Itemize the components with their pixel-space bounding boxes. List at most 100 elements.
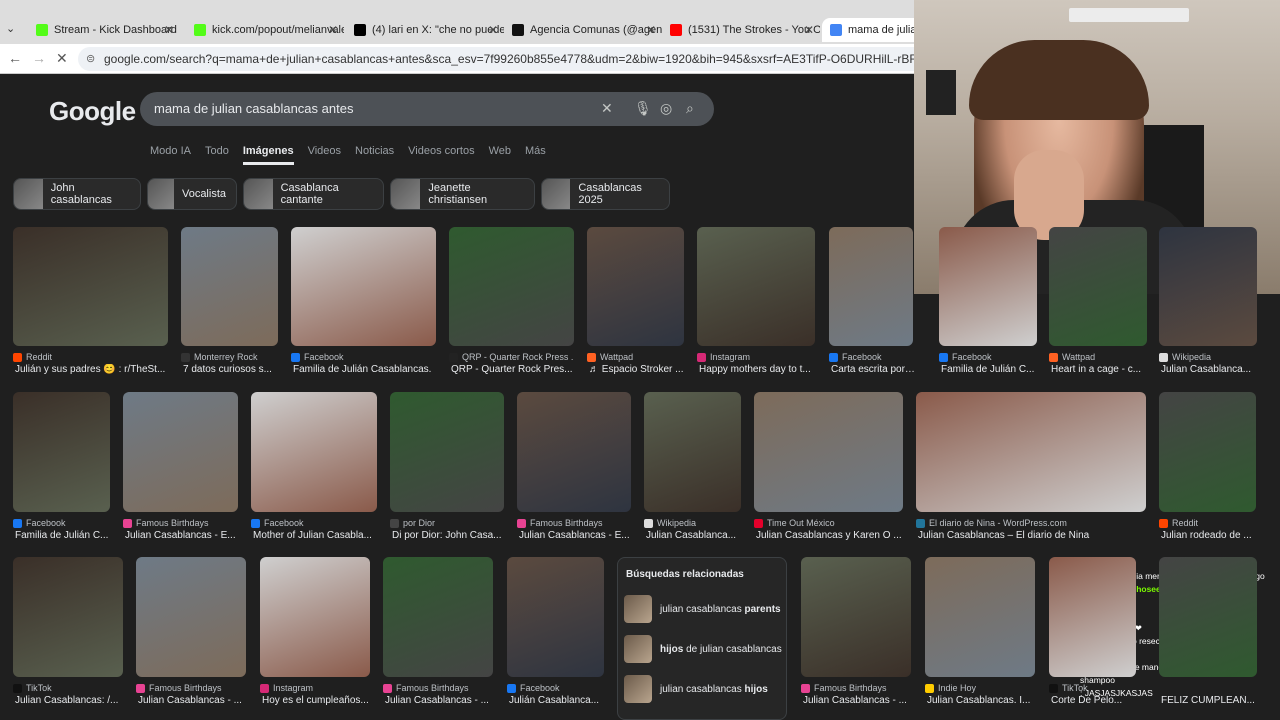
source-favicon-icon: [587, 352, 596, 362]
result-image[interactable]: [291, 227, 436, 346]
suggestion-chip[interactable]: Vocalista: [147, 178, 237, 210]
site-info-icon[interactable]: ⊜: [86, 47, 95, 71]
result-image[interactable]: [251, 392, 377, 512]
result-image[interactable]: [801, 557, 911, 677]
reload-icon[interactable]: ✕: [56, 50, 68, 67]
suggestion-chip[interactable]: Casablancas 2025: [541, 178, 670, 210]
search-icon[interactable]: ⌕: [686, 100, 694, 117]
tab-close-icon[interactable]: ✕: [646, 23, 656, 37]
filter-tab[interactable]: Todo: [205, 145, 229, 165]
result-caption[interactable]: Julian Casablancas. I...: [927, 695, 1037, 706]
tab-close-icon[interactable]: ✕: [164, 23, 174, 37]
browser-tab[interactable]: (4) lari en X: "che no puede no...✕: [346, 18, 504, 42]
result-image[interactable]: [181, 227, 278, 346]
result-caption[interactable]: Familia de Julián C...: [941, 364, 1039, 375]
result-image[interactable]: [1159, 557, 1257, 677]
result-caption[interactable]: Corte De Pelo...: [1051, 695, 1138, 706]
browser-tab[interactable]: Agencia Comunas (@agenc...✕: [504, 18, 662, 42]
search-input[interactable]: mama de julian casablancas antes: [154, 101, 353, 116]
result-image[interactable]: [390, 392, 504, 512]
browser-tab[interactable]: Stream - Kick Dashboard ✕: [28, 18, 180, 42]
result-source-label: Instagram: [273, 683, 314, 693]
search-box[interactable]: mama de julian casablancas antes ✕ 🎙 ◎ ⌕: [140, 92, 714, 126]
tab-close-icon[interactable]: ✕: [804, 23, 814, 37]
filter-tab[interactable]: Más: [525, 145, 546, 165]
result-image[interactable]: [829, 227, 913, 346]
result-source-label: Reddit: [26, 352, 53, 362]
related-search-item[interactable]: julian casablancas hijos: [624, 674, 768, 704]
result-caption[interactable]: Hoy es el cumpleaños...: [262, 695, 372, 706]
result-caption[interactable]: Julian Casablancas: /...: [15, 695, 125, 706]
result-image[interactable]: [13, 392, 110, 512]
result-source-label: Facebook: [304, 352, 344, 362]
tab-list-chevron-icon[interactable]: ⌄: [6, 22, 15, 35]
result-image[interactable]: [1049, 227, 1147, 346]
result-caption[interactable]: Julian Casablancas - E...: [519, 530, 633, 541]
result-caption[interactable]: ♬ Espacio Stroker ...: [589, 364, 686, 375]
result-caption[interactable]: QRP - Quarter Rock Pres...: [451, 364, 576, 375]
browser-tab[interactable]: kick.com/popout/melianvalen/...✕: [186, 18, 344, 42]
result-caption[interactable]: Julián Casablanca...: [509, 695, 606, 706]
back-icon[interactable]: ←: [8, 50, 22, 66]
result-image[interactable]: [136, 557, 246, 677]
google-logo[interactable]: Google: [49, 96, 136, 127]
result-image[interactable]: [925, 557, 1035, 677]
filter-tab[interactable]: Videos cortos: [408, 145, 474, 165]
result-caption[interactable]: Happy mothers day to t...: [699, 364, 817, 375]
result-caption[interactable]: Julian Casablancas - E...: [125, 530, 240, 541]
result-caption[interactable]: Julian Casablanca...: [1161, 364, 1259, 375]
result-image[interactable]: [916, 392, 1146, 512]
suggestion-chip[interactable]: Casablanca cantante: [243, 178, 384, 210]
suggestion-chip[interactable]: John casablancas: [13, 178, 141, 210]
result-caption[interactable]: Mother of Julian Casabla...: [253, 530, 379, 541]
forward-icon[interactable]: →: [32, 50, 46, 66]
result-image[interactable]: [587, 227, 684, 346]
result-image[interactable]: [507, 557, 604, 677]
filter-tab[interactable]: Modo IA: [150, 145, 191, 165]
source-favicon-icon: [136, 683, 145, 693]
result-caption[interactable]: Julian Casablancas - ...: [138, 695, 248, 706]
result-caption[interactable]: Familia de Julián C...: [15, 530, 112, 541]
result-image[interactable]: [449, 227, 574, 346]
result-caption[interactable]: Julian Casablancas – El diario de Nina: [918, 530, 1148, 541]
result-caption[interactable]: Julián y sus padres 😊 : r/TheSt...: [15, 364, 170, 375]
tab-close-icon[interactable]: ✕: [488, 23, 498, 37]
suggestion-chip[interactable]: Jeanette christiansen: [390, 178, 535, 210]
result-caption[interactable]: Di por Dior: John Casa...: [392, 530, 506, 541]
result-caption[interactable]: 7 datos curiosos s...: [183, 364, 280, 375]
result-image[interactable]: [1159, 227, 1257, 346]
browser-tab[interactable]: mama de julian casab...: [822, 18, 922, 42]
filter-tab[interactable]: Videos: [308, 145, 341, 165]
clear-icon[interactable]: ✕: [601, 100, 613, 117]
result-image[interactable]: [260, 557, 370, 677]
result-caption[interactable]: Julian Casablanca...: [646, 530, 743, 541]
result-image[interactable]: [1159, 392, 1256, 512]
related-search-item[interactable]: julian casablancas parents: [624, 594, 781, 624]
browser-tab[interactable]: (1531) The Strokes - You Only L...✕: [662, 18, 820, 42]
microphone-icon[interactable]: 🎙: [634, 100, 652, 117]
result-image[interactable]: [123, 392, 238, 512]
result-image[interactable]: [517, 392, 631, 512]
related-search-item[interactable]: hijos de julian casablancas: [624, 634, 782, 664]
filter-tab[interactable]: Noticias: [355, 145, 394, 165]
result-image[interactable]: [383, 557, 493, 677]
result-image[interactable]: [13, 227, 168, 346]
filter-tab[interactable]: Imágenes: [242, 145, 294, 165]
lens-icon[interactable]: ◎: [660, 100, 672, 117]
result-caption[interactable]: Julian rodeado de ...: [1161, 530, 1258, 541]
result-image[interactable]: [644, 392, 741, 512]
result-image[interactable]: [13, 557, 123, 677]
result-caption[interactable]: Carta escrita por la...: [831, 364, 915, 375]
result-image[interactable]: [1049, 557, 1136, 677]
result-image[interactable]: [697, 227, 815, 346]
tab-close-icon[interactable]: ✕: [328, 23, 338, 37]
result-caption[interactable]: Julian Casablancas y Karen O ...: [756, 530, 905, 541]
result-caption[interactable]: Julian Casablancas - ...: [385, 695, 495, 706]
result-image[interactable]: [754, 392, 903, 512]
result-caption[interactable]: Julian Casablancas - ...: [803, 695, 913, 706]
result-caption[interactable]: Heart in a cage - c...: [1051, 364, 1149, 375]
result-caption[interactable]: FELIZ CUMPLEAÑ...: [1161, 695, 1259, 706]
filter-tab[interactable]: Web: [489, 145, 511, 165]
result-image[interactable]: [939, 227, 1037, 346]
result-caption[interactable]: Familia de Julián Casablancas.: [293, 364, 438, 375]
